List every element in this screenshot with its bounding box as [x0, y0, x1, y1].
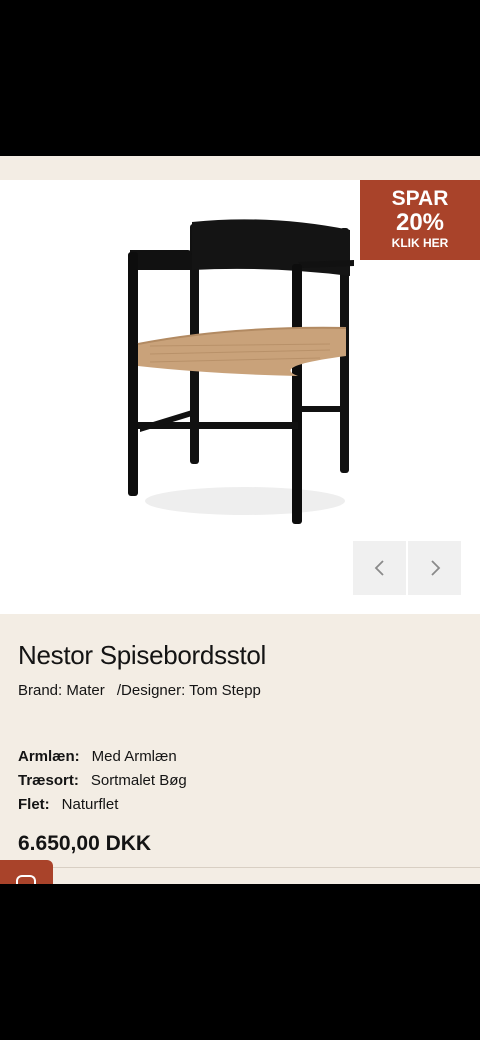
spec-value: Naturflet [61, 796, 119, 813]
product-price: 6.650,00 DKK [18, 832, 152, 855]
product-meta: Brand: Mater /Designer: Tom Stepp [18, 682, 261, 699]
divider [52, 867, 480, 868]
brand-label: Brand: [18, 682, 63, 699]
promo-line-3: KLIK HER [391, 236, 449, 250]
promo-line-1: SPAR [391, 187, 449, 210]
chevron-left-icon [374, 560, 384, 576]
next-image-button[interactable] [408, 541, 461, 595]
spec-value: Sortmalet Bøg [90, 772, 187, 789]
chevron-right-icon [430, 560, 440, 576]
bottom-black-bar [0, 884, 480, 1040]
brand-value[interactable]: Mater [66, 682, 104, 699]
spec-value: Med Armlæn [91, 748, 177, 765]
product-title: Nestor Spisebordsstol [18, 640, 267, 670]
chair-image [120, 216, 360, 541]
spec-key: Træsort: [18, 772, 79, 789]
gallery-nav [353, 541, 461, 595]
promo-line-2: 20% [395, 209, 445, 236]
chat-button[interactable] [0, 860, 53, 887]
spec-row-weave: Flet: Naturflet [18, 796, 118, 813]
designer-label: /Designer: [116, 682, 186, 699]
prev-image-button[interactable] [353, 541, 406, 595]
spec-key: Armlæn: [18, 748, 80, 765]
discount-badge[interactable]: SPAR 20% KLIK HER [360, 180, 480, 260]
spec-row-armrest: Armlæn: Med Armlæn [18, 748, 177, 765]
top-black-bar [0, 0, 480, 156]
product-gallery[interactable]: SPAR 20% KLIK HER [0, 180, 480, 614]
header-strip [0, 156, 480, 180]
designer-value[interactable]: Tom Stepp [189, 682, 261, 699]
spec-row-wood: Træsort: Sortmalet Bøg [18, 772, 187, 789]
spec-key: Flet: [18, 796, 50, 813]
product-info: Nestor Spisebordsstol Brand: Mater /Desi… [0, 614, 480, 887]
